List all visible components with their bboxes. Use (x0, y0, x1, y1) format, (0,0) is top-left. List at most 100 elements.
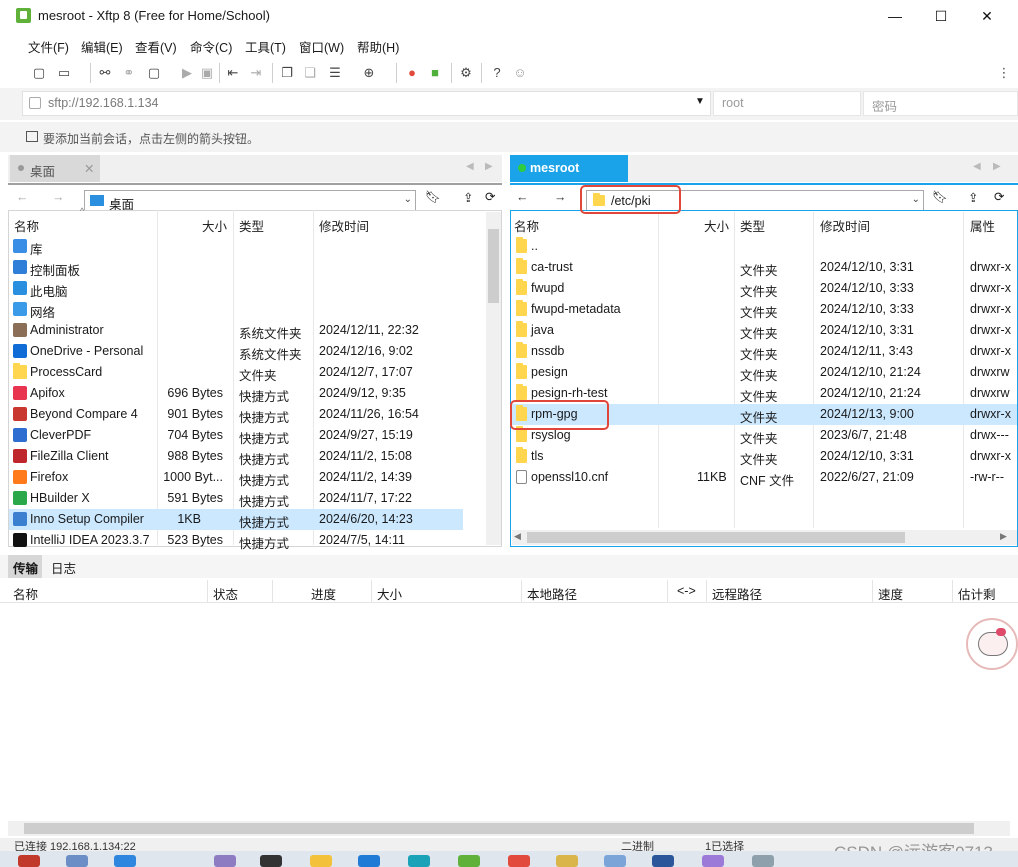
menu-file[interactable]: 文件(F) (28, 37, 69, 56)
table-row[interactable]: java 文件夹 2024/12/10, 3:31 drwxr-x (511, 320, 1017, 341)
up-folder-icon-right[interactable]: ⇪ (968, 190, 978, 205)
forward-icon-right[interactable]: → (554, 190, 567, 204)
taskbar-app1-icon[interactable] (18, 855, 40, 867)
table-row[interactable]: 库 (9, 236, 485, 257)
table-row[interactable]: Firefox 1000 Byt... 快捷方式 2024/11/2, 14:39 (9, 467, 485, 488)
password-input[interactable]: 密码 (863, 91, 1018, 116)
right-col-attr[interactable]: 属性 (970, 216, 995, 234)
right-hscroll-thumb[interactable] (527, 532, 905, 543)
refresh-icon-right[interactable]: ⟳ (994, 189, 1004, 204)
username-input[interactable]: root (713, 91, 861, 116)
table-row[interactable]: FileZilla Client 988 Bytes 快捷方式 2024/11/2, … (9, 446, 485, 467)
disconnect-icon[interactable]: ⚭ (120, 64, 138, 82)
tab-transfer[interactable]: 传输 (8, 555, 42, 578)
taskbar-app6-icon[interactable] (556, 855, 578, 867)
transfer-col-remote[interactable]: 远程路径 (712, 584, 762, 603)
transfer-col-local[interactable]: 本地路径 (527, 584, 577, 603)
taskbar-explorer-icon[interactable] (310, 855, 332, 867)
taskbar-xftp-icon[interactable] (458, 855, 480, 867)
up-folder-icon[interactable]: ⇪ (463, 190, 473, 205)
table-row[interactable]: OneDrive - Personal 系统文件夹 2024/12/16, 9:02 (9, 341, 485, 362)
taskbar-app4-icon[interactable] (214, 855, 236, 867)
bookmark-icon-right[interactable]: 🔖︎ (932, 190, 948, 205)
help-icon[interactable]: ? (488, 64, 506, 82)
transfer-col-direction[interactable]: <-> (677, 584, 696, 598)
more-icon[interactable]: ⋮ (995, 64, 1013, 82)
table-row[interactable]: 网络 (9, 299, 485, 320)
copy-icon[interactable]: ❐ (278, 64, 296, 82)
tab-next-icon[interactable]: ▶ (485, 161, 493, 172)
menu-tools[interactable]: 工具(T) (245, 37, 286, 56)
table-row[interactable]: 此电脑 (9, 278, 485, 299)
add-session-arrow-icon[interactable] (26, 131, 38, 142)
upload-icon[interactable]: ⇤ (224, 64, 242, 82)
tab-desktop[interactable]: 桌面 ✕ (10, 155, 100, 182)
table-row[interactable]: Administrator 系统文件夹 2024/12/11, 22:32 (9, 320, 485, 341)
close-button[interactable]: ✕ (964, 0, 1010, 32)
transfer-menu-icon[interactable]: ▣ (198, 64, 216, 82)
taskbar-app2-icon[interactable] (66, 855, 88, 867)
transfer-col-progress[interactable]: 进度 (311, 584, 336, 603)
table-row[interactable]: Apifox 696 Bytes 快捷方式 2024/9/12, 9:35 (9, 383, 485, 404)
taskbar-edge-icon[interactable] (408, 855, 430, 867)
left-col-modified[interactable]: 修改时间 (319, 216, 369, 234)
host-address-input[interactable]: sftp://192.168.1.134 (22, 91, 711, 116)
table-row[interactable]: Inno Setup Compiler 1KB 快捷方式 2024/6/20, 14:… (9, 509, 463, 530)
taskbar-app5-icon[interactable] (260, 855, 282, 867)
back-icon[interactable]: ← (16, 190, 29, 204)
table-row[interactable]: Beyond Compare 4 901 Bytes 快捷方式 2024/11/26,… (9, 404, 485, 425)
session-options-icon[interactable]: ▢ (145, 64, 163, 82)
right-col-type[interactable]: 类型 (740, 216, 765, 234)
minimize-button[interactable]: — (872, 0, 918, 32)
table-row[interactable]: nssdb 文件夹 2024/12/11, 3:43 drwxr-x (511, 341, 1017, 362)
maximize-button[interactable]: ☐ (918, 0, 964, 32)
taskbar-word-icon[interactable] (652, 855, 674, 867)
menu-window[interactable]: 窗口(W) (299, 37, 344, 56)
table-row[interactable]: 控制面板 (9, 257, 485, 278)
transfer-col-name[interactable]: 名称 (13, 584, 38, 603)
table-row[interactable]: tls 文件夹 2024/12/10, 3:31 drwxr-x (511, 446, 1017, 467)
path-dropdown-icon-right[interactable]: ⌄ (912, 194, 920, 205)
right-col-modified[interactable]: 修改时间 (820, 216, 870, 234)
forward-icon[interactable]: → (52, 190, 65, 204)
table-row[interactable]: openssl10.cnf 11KB CNF 文件 2022/6/27, 21:09 -… (511, 467, 1017, 488)
table-row[interactable]: ProcessCard 文件夹 2024/12/7, 17:07 (9, 362, 485, 383)
tab-log[interactable]: 日志 (51, 558, 76, 577)
transfer-col-size[interactable]: 大小 (377, 584, 402, 603)
download-icon[interactable]: ⇥ (247, 64, 265, 82)
tab-prev-icon[interactable]: ◀ (466, 161, 474, 172)
gear-icon[interactable]: ⚙ (457, 64, 475, 82)
transfer-col-speed[interactable]: 速度 (878, 584, 903, 603)
left-scroll-thumb[interactable] (488, 229, 499, 303)
left-col-name[interactable]: 名称 (14, 216, 39, 234)
left-path-input[interactable]: 桌面 ⌄ (84, 190, 416, 212)
scroll-right-icon[interactable]: ▶ (1000, 531, 1007, 542)
chat-icon[interactable]: ☺ (511, 64, 529, 82)
path-dropdown-icon[interactable]: ⌄ (404, 194, 412, 205)
menu-edit[interactable]: 编辑(E) (81, 37, 123, 56)
transfer-icon[interactable]: ▶ (178, 64, 196, 82)
close-tab-icon[interactable]: ✕ (84, 161, 94, 176)
taskbar-app3-icon[interactable] (114, 855, 136, 867)
table-row[interactable]: HBuilder X 591 Bytes 快捷方式 2024/11/7, 17:22 (9, 488, 485, 509)
menu-command[interactable]: 命令(C) (190, 37, 232, 56)
table-row[interactable]: fwupd-metadata 文件夹 2024/12/10, 3:33 drwxr-x (511, 299, 1017, 320)
table-row[interactable]: ca-trust 文件夹 2024/12/10, 3:31 drwxr-x (511, 257, 1017, 278)
taskbar-app8-icon[interactable] (702, 855, 724, 867)
list-view-icon[interactable]: ☰ (326, 64, 344, 82)
bookmark-icon[interactable]: 🔖︎ (425, 190, 441, 205)
taskbar-app9-icon[interactable] (752, 855, 774, 867)
right-col-name[interactable]: 名称 (514, 216, 539, 234)
refresh-icon[interactable]: ⟳ (485, 189, 495, 204)
transfer-col-status[interactable]: 状态 (213, 584, 238, 603)
taskbar-xshell-icon[interactable] (508, 855, 530, 867)
left-col-type[interactable]: 类型 (239, 216, 264, 234)
taskbar-vscode-icon[interactable] (358, 855, 380, 867)
table-row[interactable]: IntelliJ IDEA 2023.3.7 523 Bytes 快捷方式 2024/… (9, 530, 485, 551)
menu-help[interactable]: 帮助(H) (357, 37, 399, 56)
xftp-icon[interactable]: ■ (426, 64, 444, 82)
table-row[interactable]: CleverPDF 704 Bytes 快捷方式 2024/9/27, 15:19 (9, 425, 485, 446)
address-dropdown-icon[interactable]: ▼ (695, 96, 705, 107)
scroll-left-icon[interactable]: ◀ (514, 531, 521, 542)
new-session-icon[interactable]: ▢ (30, 64, 48, 82)
